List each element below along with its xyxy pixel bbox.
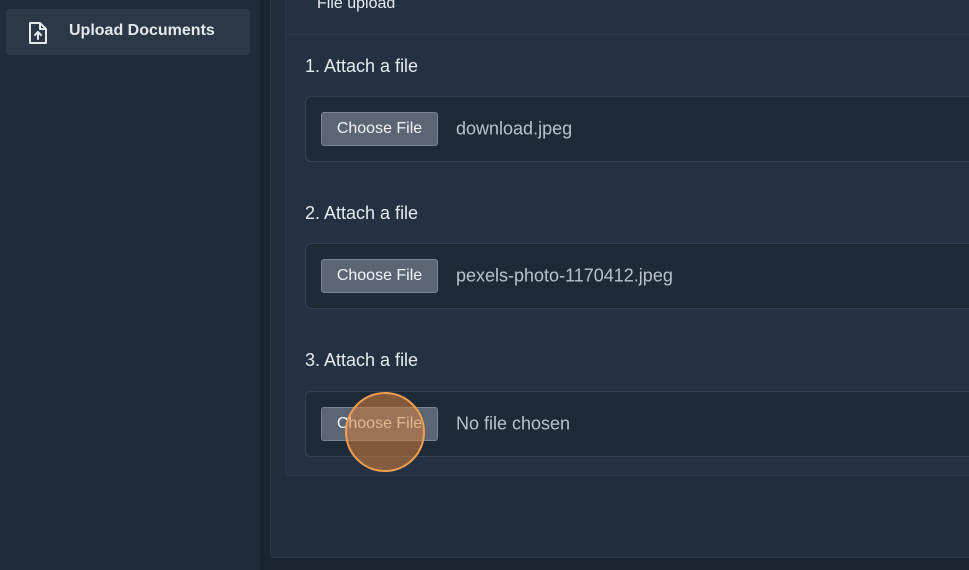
field-label-3: 3. Attach a file	[305, 350, 419, 370]
sidebar-item-label: Upload Documents	[69, 22, 215, 39]
file-input-2: Choose File pexels-photo-1170412.jpeg	[305, 243, 969, 309]
card-title: File upload	[317, 0, 396, 12]
file-name-2: pexels-photo-1170412.jpeg	[456, 265, 673, 286]
file-name-1: download.jpeg	[456, 118, 573, 139]
choose-file-button-2[interactable]: Choose File	[321, 259, 438, 293]
field-label-2: 2. Attach a file	[305, 203, 419, 223]
file-upload-icon	[27, 21, 49, 45]
field-label-1: 1. Attach a file	[305, 56, 419, 76]
sidebar-item-upload-documents[interactable]: Upload Documents	[6, 9, 250, 55]
content-gutter	[260, 0, 270, 570]
card-header: File upload	[286, 0, 969, 35]
file-name-3: No file chosen	[456, 413, 571, 434]
app-root: Upload Documents File upload 1. Attach a…	[0, 0, 969, 570]
file-input-1: Choose File download.jpeg	[305, 96, 969, 162]
file-input-3: Choose File No file chosen	[305, 391, 969, 457]
choose-file-button-3[interactable]: Choose File	[321, 407, 438, 441]
choose-file-button-1[interactable]: Choose File	[321, 112, 438, 146]
sidebar: Upload Documents	[0, 0, 260, 570]
